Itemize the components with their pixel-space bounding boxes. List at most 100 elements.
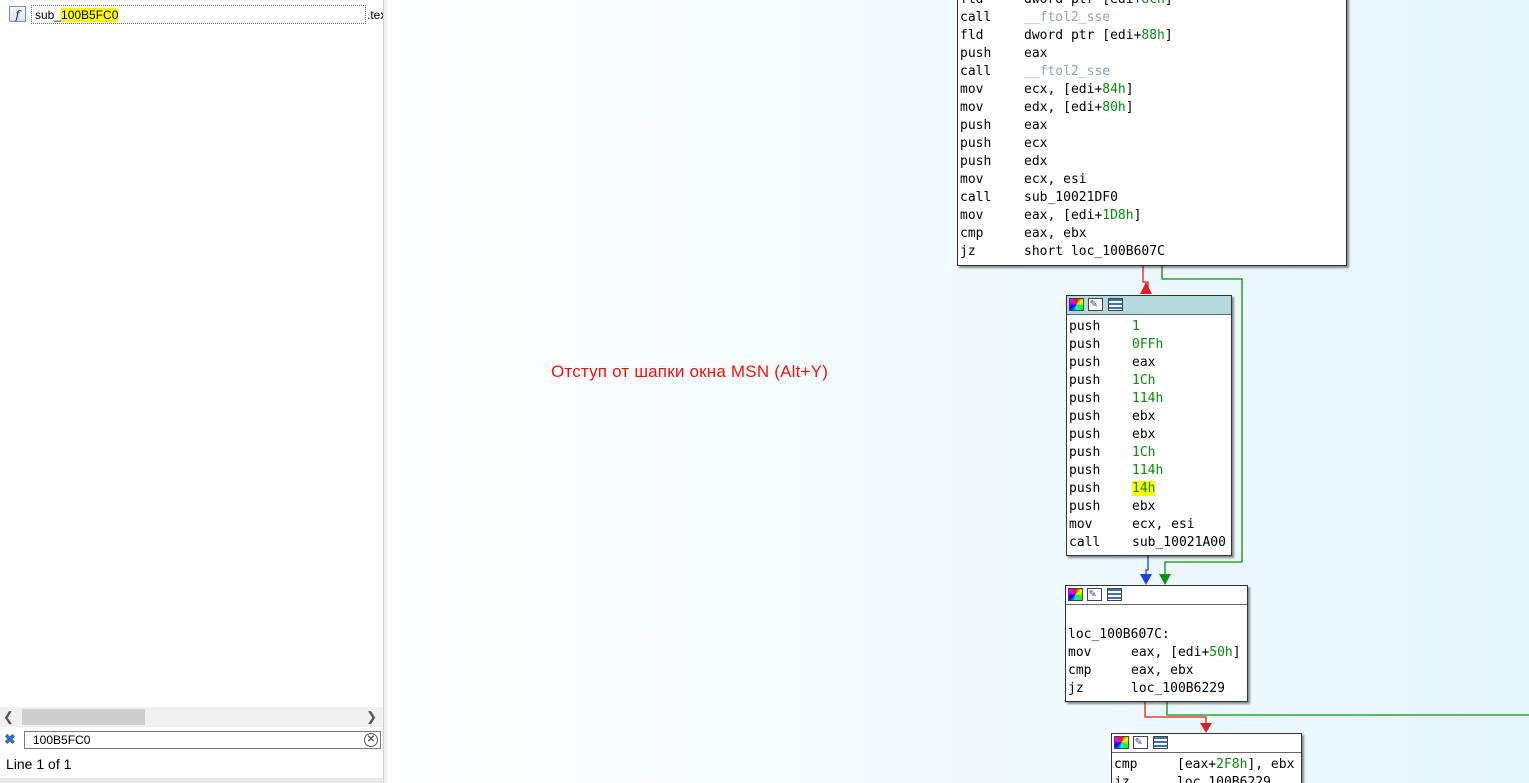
mnemonic: mov <box>960 172 984 187</box>
instruction-line[interactable]: call __ftol2_sse <box>958 9 1346 27</box>
mnemonic: cmp <box>1114 757 1138 772</box>
mnemonic: cmp <box>960 226 984 241</box>
mnemonic: mov <box>960 208 984 223</box>
graph-overview-icon[interactable] <box>1153 736 1168 749</box>
instruction-line[interactable]: push ebx <box>1067 408 1231 426</box>
operand: eax <box>1024 118 1048 133</box>
instruction-line[interactable]: call sub_10021DF0 <box>958 189 1346 207</box>
mnemonic: push <box>1069 355 1101 370</box>
mnemonic: mov <box>1068 645 1092 660</box>
highlighted-value: 14h <box>1132 481 1156 496</box>
mnemonic: jz <box>960 244 976 259</box>
function-name-cell[interactable]: sub_100B5FC0 <box>31 5 366 24</box>
instruction-line[interactable]: push edx <box>958 153 1346 171</box>
instruction-line[interactable]: push eax <box>1067 354 1231 372</box>
function-list-item[interactable]: f sub_100B5FC0 .tex <box>6 5 386 25</box>
edge-normal <box>1145 555 1149 575</box>
instruction-line[interactable]: push eax <box>958 45 1346 63</box>
operand: eax <box>1132 355 1156 370</box>
instruction-line[interactable]: mov ecx, esi <box>958 171 1346 189</box>
scroll-left-icon[interactable]: ❮ <box>3 709 14 725</box>
instruction-line[interactable]: push 0FFh <box>1067 336 1231 354</box>
operand: ecx, esi <box>1132 517 1195 532</box>
instruction-line[interactable]: mov ecx, [edi+84h] <box>958 81 1346 99</box>
instruction-line[interactable]: cmp [eax+2F8h], ebx <box>1112 756 1301 774</box>
code-block-top[interactable]: flddword ptr [edi+8Ch]call__ftol2_ssefld… <box>957 0 1347 266</box>
instruction-line[interactable]: call sub_10021A00 <box>1067 534 1231 552</box>
instruction-line[interactable]: cmp eax, ebx <box>958 225 1346 243</box>
operand: eax, ebx <box>1024 226 1087 241</box>
code-block-bottom[interactable]: cmp [eax+2F8h], ebx jz loc_100B6229 <box>1111 733 1302 783</box>
instruction-line[interactable]: push 1Ch <box>1067 372 1231 390</box>
instruction-line[interactable]: jz loc_100B6229 <box>1066 680 1247 698</box>
mnemonic: push <box>1069 337 1101 352</box>
instruction-line[interactable]: push eax <box>958 117 1346 135</box>
mnemonic: call <box>1069 535 1101 550</box>
block-header <box>1067 296 1231 315</box>
instruction-line[interactable]: jz short loc_100B607C <box>958 243 1346 261</box>
pane-bottom-border <box>0 778 383 783</box>
instruction-line[interactable]: push 114h <box>1067 462 1231 480</box>
horizontal-scrollbar[interactable]: ❮ ❯ <box>0 707 383 727</box>
instruction-line[interactable]: fld dword ptr [edi+8Ch] <box>958 0 1346 9</box>
instruction-line[interactable]: push 114h <box>1067 390 1231 408</box>
function-icon: f <box>9 6 26 22</box>
filter-input[interactable] <box>24 731 381 749</box>
instruction-line[interactable]: push ecx <box>958 135 1346 153</box>
color-palette-icon[interactable] <box>1068 588 1083 601</box>
function-name-match: 100B5FC0 <box>61 8 119 22</box>
functions-pane: f sub_100B5FC0 .tex ❮ ❯ ✖ ✕ Line 1 of 1 <box>0 0 386 783</box>
mnemonic: push <box>960 154 992 169</box>
operand: 1 <box>1132 319 1140 334</box>
instruction-line[interactable]: jz loc_100B6229 <box>1112 774 1301 783</box>
instruction-line[interactable]: mov ecx, esi <box>1067 516 1231 534</box>
edge-true <box>1166 700 1529 716</box>
mnemonic: jz <box>1068 681 1084 696</box>
clear-icon[interactable]: ✕ <box>364 733 378 747</box>
graph-overview-icon[interactable] <box>1107 588 1122 601</box>
scrollbar-thumb[interactable] <box>22 709 145 725</box>
mnemonic: push <box>1069 319 1101 334</box>
scroll-right-icon[interactable]: ❯ <box>366 709 377 725</box>
mnemonic: call <box>960 190 992 205</box>
edge-false <box>1144 700 1207 724</box>
block-header <box>1066 586 1247 605</box>
operand: ecx, esi <box>1024 172 1087 187</box>
annotation-label: Отступ от шапки окна MSN (Alt+Y) <box>551 362 829 381</box>
mnemonic: push <box>1069 409 1101 424</box>
instruction-line[interactable]: push ebx <box>1067 426 1231 444</box>
mnemonic: mov <box>960 100 984 115</box>
instruction-line[interactable]: mov eax, [edi+1D8h] <box>958 207 1346 225</box>
edit-icon[interactable] <box>1087 586 1102 601</box>
instruction-line[interactable]: call __ftol2_sse <box>958 63 1346 81</box>
edit-icon[interactable] <box>1133 734 1148 749</box>
code-block-loc[interactable]: loc_100B607C:moveax, [edi+50h]cmpeax, eb… <box>1065 585 1248 702</box>
instruction-line[interactable]: cmp eax, ebx <box>1066 662 1247 680</box>
block-header <box>1112 734 1301 753</box>
edit-icon[interactable] <box>1088 296 1103 311</box>
edge-arrow <box>1200 723 1212 733</box>
operand: sub_10021A00 <box>1132 535 1226 550</box>
operand: dword ptr [edi+8Ch] <box>1024 0 1173 9</box>
code-block-push-args[interactable]: push 1 push 0FFh push eax push 1Ch push 114h push e… <box>1066 295 1232 556</box>
mnemonic: push <box>960 46 992 61</box>
operand: loc_100B6229 <box>1177 775 1271 783</box>
instruction-line[interactable]: push 1Ch <box>1067 444 1231 462</box>
operand: eax <box>1024 46 1048 61</box>
mnemonic: push <box>1069 445 1101 460</box>
mnemonic: push <box>1069 499 1101 514</box>
quick-filter-bar: ✖ ✕ <box>0 729 383 751</box>
close-filter-icon[interactable]: ✖ <box>4 731 16 748</box>
instruction-line[interactable]: push 14h <box>1067 480 1231 498</box>
instruction-line[interactable]: fld dword ptr [edi+88h] <box>958 27 1346 45</box>
color-palette-icon[interactable] <box>1069 298 1084 311</box>
instruction-line[interactable]: mov edx, [edi+80h] <box>958 99 1346 117</box>
color-palette-icon[interactable] <box>1114 736 1129 749</box>
instruction-line[interactable]: mov eax, [edi+50h] <box>1066 644 1247 662</box>
operand: ecx, [edi+84h] <box>1024 82 1134 97</box>
instruction-line[interactable]: push 1 <box>1067 318 1231 336</box>
graph-overview-icon[interactable] <box>1108 298 1123 311</box>
graph-view[interactable]: flddword ptr [edi+8Ch]call__ftol2_ssefld… <box>387 0 1529 783</box>
operand: edx, [edi+80h] <box>1024 100 1134 115</box>
instruction-line[interactable]: push ebx <box>1067 498 1231 516</box>
